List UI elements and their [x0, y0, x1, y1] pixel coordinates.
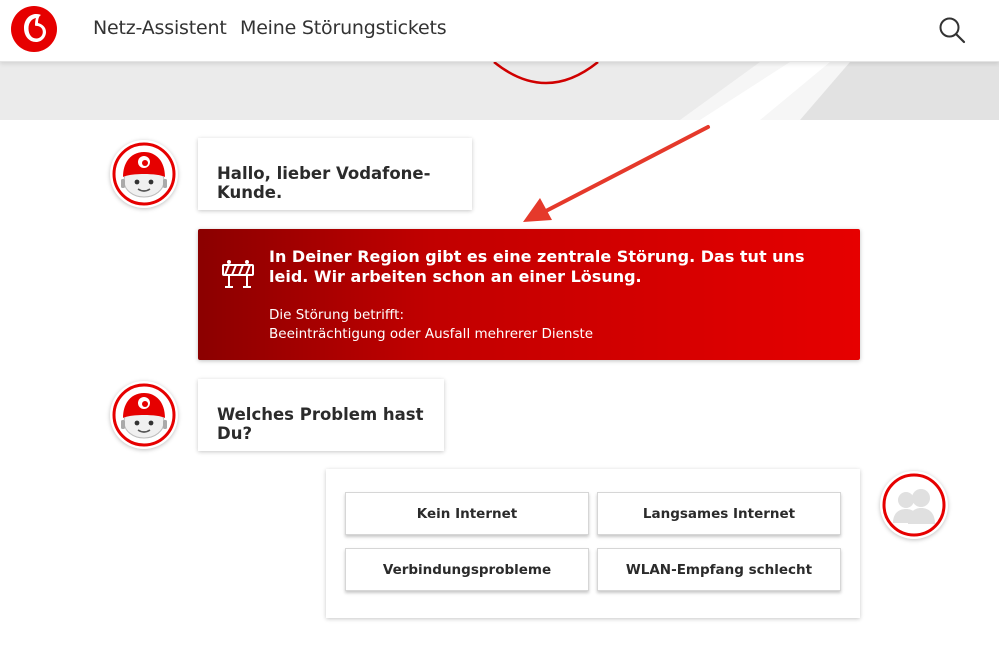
- nav-link-netz-assistent[interactable]: Netz-Assistent: [93, 17, 227, 39]
- hero-banner: [0, 62, 999, 120]
- option-kein-internet-button[interactable]: Kein Internet: [345, 492, 589, 535]
- robot-icon: [112, 383, 176, 447]
- question-text: Welches Problem hast Du?: [217, 405, 424, 443]
- bot-avatar: [110, 140, 178, 208]
- alert-affects-value: Beeinträchtigung oder Ausfall mehrerer D…: [269, 326, 594, 342]
- search-icon[interactable]: [938, 16, 966, 44]
- chat-bubble-question: Welches Problem hast Du?: [198, 379, 444, 451]
- annotation-arrow: [523, 125, 710, 222]
- option-verbindungsprobleme-button[interactable]: Verbindungsprobleme: [345, 548, 589, 591]
- option-wlan-empfang-button[interactable]: WLAN-Empfang schlecht: [597, 548, 841, 591]
- hero-background-shapes: [0, 62, 999, 120]
- users-icon: [882, 473, 946, 537]
- vodafone-logo-icon[interactable]: [11, 6, 57, 52]
- nav-link-stoerungstickets[interactable]: Meine Störungstickets: [240, 17, 447, 39]
- problem-options-panel: Kein Internet Langsames Internet Verbind…: [326, 469, 860, 618]
- option-langsames-internet-button[interactable]: Langsames Internet: [597, 492, 841, 535]
- bot-avatar: [110, 381, 178, 449]
- robot-icon: [112, 142, 176, 206]
- user-avatar: [880, 471, 948, 539]
- greeting-text: Hallo, lieber Vodafone-Kunde.: [217, 164, 431, 202]
- alert-affects-label: Die Störung betrifft:: [269, 307, 404, 323]
- barrier-icon: [222, 260, 254, 288]
- alert-details: Die Störung betrifft: Beeinträchtigung o…: [269, 306, 593, 344]
- top-navigation-bar: Netz-Assistent Meine Störungstickets: [0, 0, 999, 62]
- alert-title: In Deiner Region gibt es eine zentrale S…: [269, 247, 805, 286]
- outage-alert: In Deiner Region gibt es eine zentrale S…: [198, 229, 860, 360]
- chat-bubble-greeting: Hallo, lieber Vodafone-Kunde.: [198, 138, 472, 210]
